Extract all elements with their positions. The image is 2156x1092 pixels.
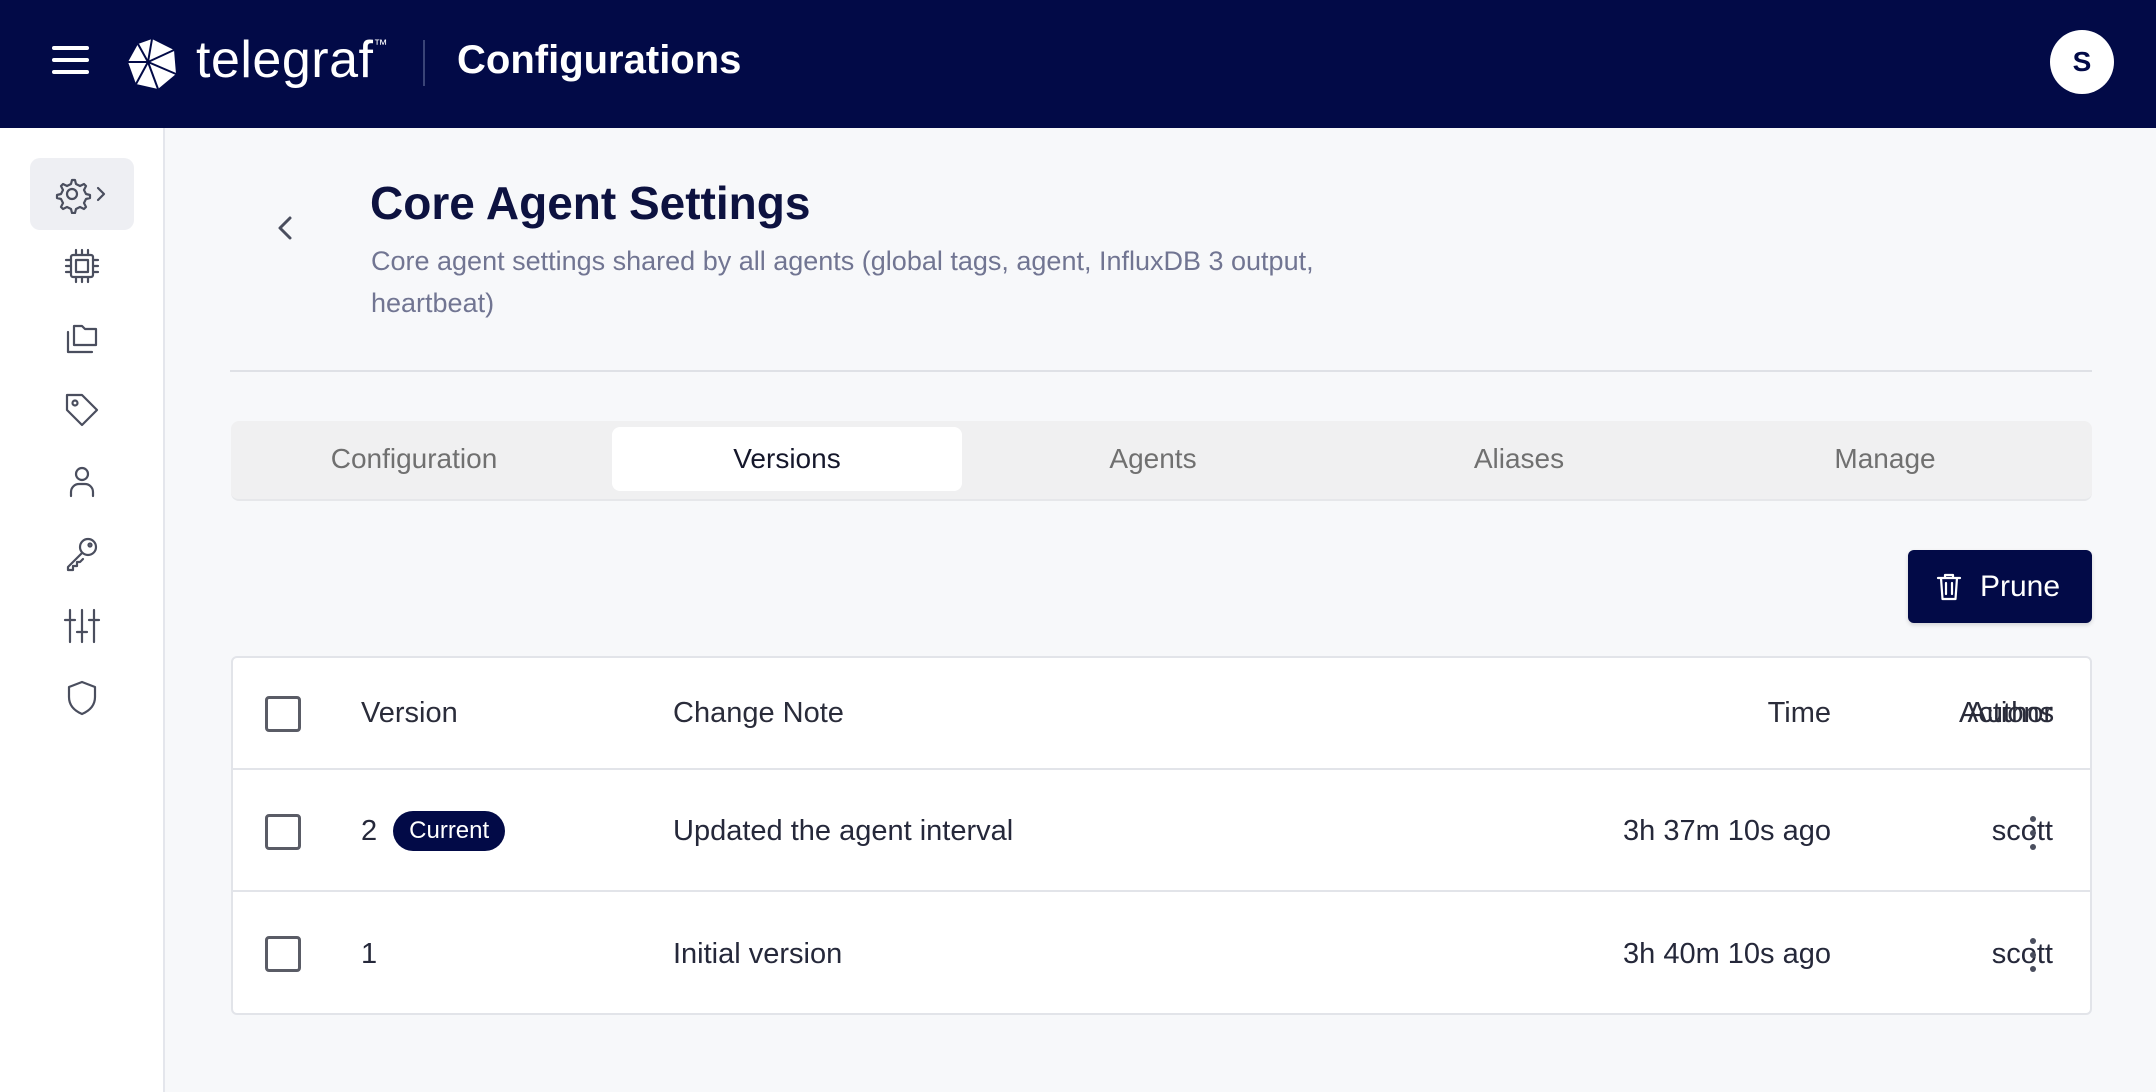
sliders-icon — [63, 608, 101, 644]
header-change-note[interactable]: Change Note — [673, 658, 844, 768]
tag-icon — [65, 393, 99, 427]
tab-bar: Configuration Versions Agents Aliases Ma… — [231, 421, 2092, 501]
version-number: 1 — [361, 937, 378, 970]
row-actions-menu-icon[interactable] — [2018, 938, 2048, 972]
top-bar: telegraf™ Configurations S — [0, 0, 2156, 128]
shield-icon — [67, 680, 97, 716]
table-header-row: Version Change Note Time Author Actions — [233, 658, 2090, 770]
table-row[interactable]: 2 Current Updated the agent interval 3h … — [233, 772, 2090, 892]
trash-icon — [1936, 573, 1962, 600]
header-time[interactable]: Time — [1383, 658, 1831, 768]
tab-versions[interactable]: Versions — [612, 427, 962, 491]
user-icon — [69, 466, 95, 498]
change-note-cell: Updated the agent interval — [673, 814, 1014, 847]
chip-icon — [64, 248, 100, 284]
config-title: Core Agent Settings — [370, 177, 811, 229]
key-icon — [66, 537, 98, 572]
select-all-checkbox[interactable] — [265, 696, 301, 732]
header-divider — [423, 40, 425, 86]
header-version[interactable]: Version — [361, 658, 458, 768]
prune-button[interactable]: Prune — [1908, 550, 2092, 623]
time-cell: 3h 40m 10s ago — [1623, 937, 1831, 970]
sidebar-item-configurations[interactable] — [30, 302, 134, 374]
versions-table: Version Change Note Time Author Actions … — [231, 656, 2092, 1015]
prune-label: Prune — [1980, 569, 2061, 603]
user-avatar[interactable]: S — [2050, 30, 2114, 94]
time-cell: 3h 37m 10s ago — [1623, 814, 1831, 847]
settings-gear-icon — [55, 178, 106, 214]
sidebar-item-labels[interactable] — [30, 374, 134, 446]
sidebar-item-users[interactable] — [30, 446, 134, 518]
sidebar-item-settings[interactable] — [30, 158, 134, 230]
table-row[interactable]: 1 Initial version 3h 40m 10s ago scott — [233, 894, 2090, 1014]
tab-configuration[interactable]: Configuration — [239, 427, 589, 491]
version-cell: 2 Current — [361, 772, 506, 890]
tab-aliases[interactable]: Aliases — [1344, 427, 1694, 491]
config-description: Core agent settings shared by all agents… — [371, 246, 1314, 318]
brand-name: telegraf™ — [196, 31, 388, 89]
tab-agents[interactable]: Agents — [978, 427, 1328, 491]
back-chevron-icon[interactable] — [270, 208, 300, 248]
row-checkbox[interactable] — [265, 936, 301, 972]
row-checkbox[interactable] — [265, 814, 301, 850]
folders-icon — [66, 324, 98, 354]
row-actions-menu-icon[interactable] — [2018, 816, 2048, 850]
menu-icon[interactable] — [52, 46, 89, 78]
telegraf-logo-icon — [128, 38, 177, 90]
version-cell: 1 — [361, 894, 377, 1014]
current-badge: Current — [393, 811, 506, 851]
sidebar-item-tokens[interactable] — [30, 518, 134, 590]
page-heading: Configurations — [457, 38, 742, 82]
section-divider — [230, 370, 2092, 372]
sidebar-item-settings-sliders[interactable] — [30, 590, 134, 662]
tab-manage[interactable]: Manage — [1710, 427, 2060, 491]
sidebar-item-agents[interactable] — [30, 230, 134, 302]
version-number: 2 — [361, 814, 378, 847]
sidebar — [0, 128, 165, 1092]
sidebar-item-security[interactable] — [30, 662, 134, 734]
change-note-cell: Initial version — [673, 937, 843, 970]
header-actions: Actions — [1959, 696, 2055, 729]
